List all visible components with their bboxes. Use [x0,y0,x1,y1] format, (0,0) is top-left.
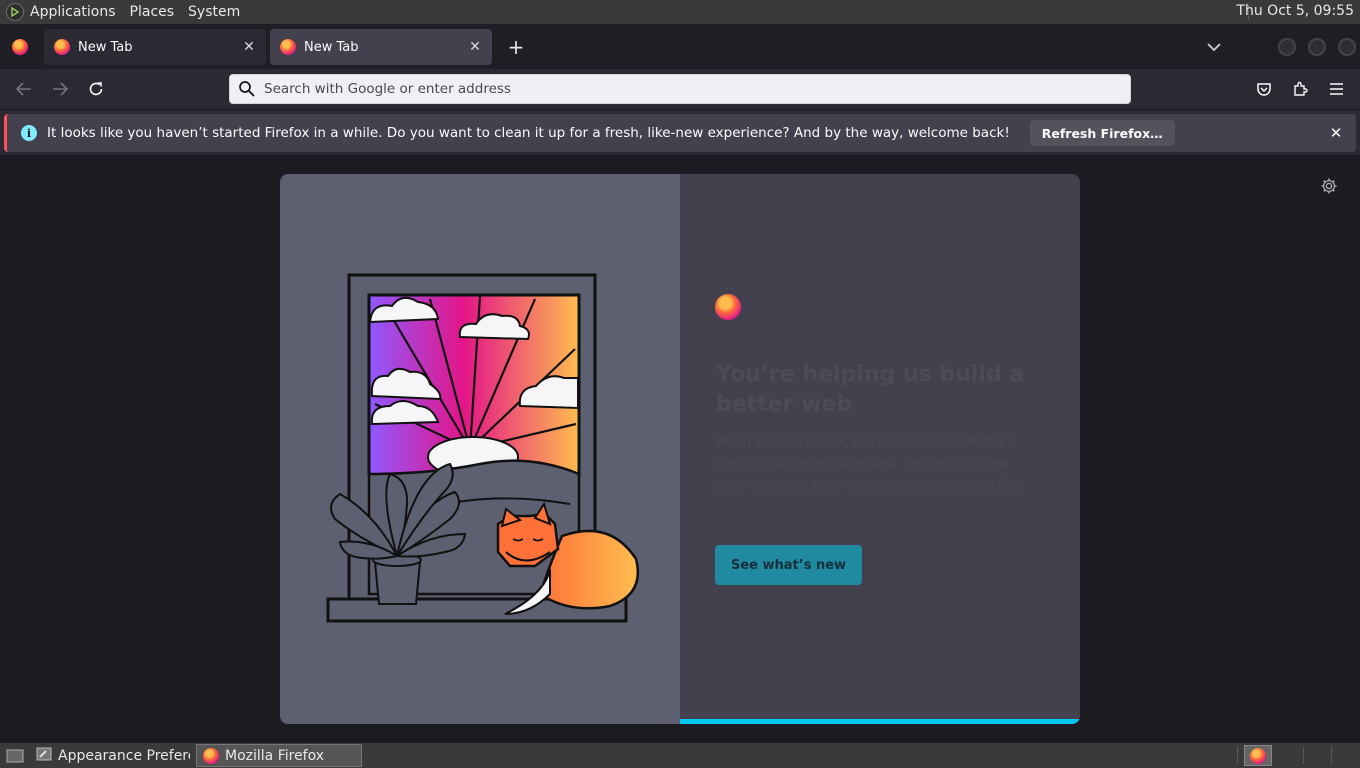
onboarding-dialog: You’re helping us build a better web Whe… [280,174,1080,724]
menu-applications[interactable]: Applications [30,4,116,20]
bottom-taskbar: Appearance Prefere… Mozilla Firefox [0,743,1360,768]
clock[interactable]: Thu Oct 5, 09:55 [1236,3,1354,19]
notification-bar: i It looks like you haven’t started Fire… [0,109,1360,155]
show-desktop-icon[interactable] [0,744,30,767]
tab-new-tab-1[interactable]: New Tab ✕ [44,29,266,65]
onboarding-body: When you use Firefox, you’re supporting … [716,434,1026,492]
taskbar-item-label: Mozilla Firefox [225,747,325,764]
tab-strip: New Tab ✕ New Tab ✕ + [0,25,1360,69]
maximize-window-icon[interactable] [1308,38,1326,56]
url-bar [229,74,1131,104]
forward-arrow-icon[interactable] [48,77,72,101]
firefox-icon [280,39,296,55]
onboarding-content: You’re helping us build a better web Whe… [680,174,1080,724]
firefox-icon [203,747,219,764]
progress-bar [680,719,1080,724]
minimize-window-icon[interactable] [1278,38,1296,56]
window-fox-illustration-icon [326,273,640,623]
tab-close-icon[interactable]: ✕ [466,38,484,56]
taskbar-item-firefox[interactable]: Mozilla Firefox [196,744,362,767]
gear-icon[interactable] [1320,177,1338,195]
navigation-toolbar [0,69,1360,109]
hamburger-menu-icon[interactable] [1324,77,1348,101]
back-arrow-icon[interactable] [12,77,36,101]
new-tab-page: You’re helping us build a better web Whe… [0,155,1360,743]
gnome-foot-icon[interactable] [6,3,24,21]
close-window-icon[interactable] [1338,38,1356,56]
tab-close-icon[interactable]: ✕ [240,38,258,56]
menu-places[interactable]: Places [130,4,175,20]
tab-label: New Tab [304,39,359,55]
refresh-firefox-button[interactable]: Refresh Firefox… [1029,120,1175,146]
reload-icon[interactable] [84,77,108,101]
search-icon [239,81,255,97]
onboarding-heading: You’re helping us build a better web [716,362,1025,417]
new-tab-plus-icon[interactable]: + [502,33,530,61]
firefox-logo-icon [715,294,741,320]
firefox-icon [12,39,28,55]
firefox-view-button[interactable] [0,25,40,69]
top-panel: Applications Places System Thu Oct 5, 09… [0,0,1360,24]
appearance-preferences-icon [36,746,52,766]
taskbar-item-label: Appearance Prefere… [58,747,190,764]
info-icon: i [21,125,37,141]
onboarding-illustration [280,174,680,724]
tab-label: New Tab [78,39,133,55]
firefox-icon [54,39,70,55]
tray-firefox-icon[interactable] [1244,745,1272,766]
extensions-puzzle-icon[interactable] [1288,77,1312,101]
url-input[interactable] [264,81,1124,97]
firefox-icon [1250,747,1266,764]
close-icon[interactable]: ✕ [1326,123,1346,143]
pocket-icon[interactable] [1252,77,1276,101]
tray-separator [1237,747,1238,764]
tab-new-tab-2[interactable]: New Tab ✕ [270,29,492,65]
see-whats-new-button[interactable]: See what’s new [715,545,863,585]
taskbar-item-appearance[interactable]: Appearance Prefere… [30,744,196,767]
tray-separator [1331,747,1332,764]
tray-separator [1303,747,1304,764]
notification-message: It looks like you haven’t started Firefo… [47,125,1010,141]
refresh-firefox-notification: i It looks like you haven’t started Fire… [4,114,1356,152]
menu-system[interactable]: System [188,4,240,20]
chevron-down-icon[interactable] [1202,35,1226,59]
